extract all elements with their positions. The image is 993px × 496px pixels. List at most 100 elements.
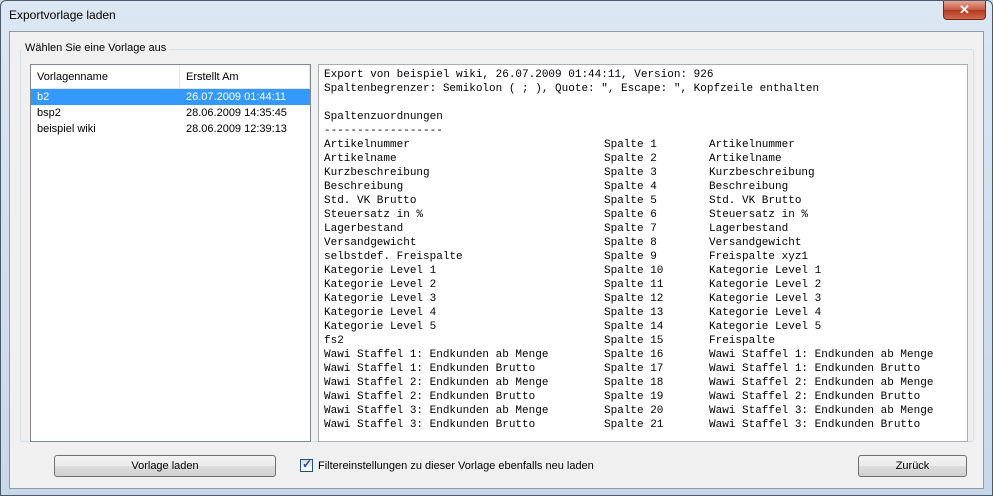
mapping-column-index: Spalte 14 <box>604 321 664 333</box>
list-item-created: 28.06.2009 14:35:45 <box>186 107 287 119</box>
mapping-target-field: Kategorie Level 5 <box>709 321 822 333</box>
mapping-row: fs2 Spalte 15 Freispalte <box>324 334 962 348</box>
mapping-column-index: Spalte 13 <box>604 307 664 319</box>
close-icon: ✕ <box>959 2 970 17</box>
title-bar[interactable]: Exportvorlage laden ✕ <box>1 1 992 31</box>
back-button[interactable]: Zurück <box>858 455 967 477</box>
mapping-target-field: Wawi Staffel 3: Endkunden ab Menge <box>709 405 934 417</box>
mapping-target-field: Wawi Staffel 2: Endkunden Brutto <box>709 391 921 403</box>
mapping-target-field: Kategorie Level 4 <box>709 307 822 319</box>
mapping-target-field: Kategorie Level 3 <box>709 293 822 305</box>
details-header-line-2: Spaltenbegrenzer: Semikolon ( ; ), Quote… <box>324 83 820 95</box>
mapping-row: Std. VK Brutto Spalte 5 Std. VK Brutto <box>324 194 962 208</box>
mapping-row: Kategorie Level 5 Spalte 14 Kategorie Leve… <box>324 320 962 334</box>
mapping-row: Wawi Staffel 3: Endkunden ab Menge Spalte… <box>324 404 962 418</box>
mapping-row: Wawi Staffel 3: Endkunden Brutto Spalte 2… <box>324 418 962 432</box>
window-title: Exportvorlage laden <box>9 8 116 22</box>
mapping-target-field: Beschreibung <box>709 181 789 193</box>
reload-filter-checkbox[interactable]: ✓ <box>300 457 313 472</box>
mapping-column-index: Spalte 3 <box>604 167 657 179</box>
list-item-name: b2 <box>37 91 50 103</box>
mapping-row: Kategorie Level 4 Spalte 13 Kategorie Leve… <box>324 306 962 320</box>
mapping-source-field: Kategorie Level 3 <box>324 293 437 305</box>
mapping-column-index: Spalte 1 <box>604 139 657 151</box>
dialog-window: Exportvorlage laden ✕ Wählen Sie eine Vo… <box>0 0 993 496</box>
mapping-column-index: Spalte 10 <box>604 265 664 277</box>
mapping-target-field: Freispalte <box>709 335 776 347</box>
mapping-target-field: Kurzbeschreibung <box>709 167 815 179</box>
mapping-source-field: fs2 <box>324 335 344 347</box>
mapping-column-index: Spalte 18 <box>604 377 664 389</box>
mapping-row: Kategorie Level 1 Spalte 10 Kategorie Leve… <box>324 264 962 278</box>
load-template-button[interactable]: Vorlage laden <box>54 455 276 477</box>
reload-filter-label[interactable]: Filtereinstellungen zu dieser Vorlage eb… <box>318 460 594 472</box>
list-item-name: bsp2 <box>37 107 61 119</box>
list-item[interactable]: bsp2 28.06.2009 14:35:45 <box>31 105 310 121</box>
mapping-row: selbstdef. Freispalte Spalte 9 Freispalte … <box>324 250 962 264</box>
mapping-source-field: Artikelnummer <box>324 139 410 151</box>
details-blank-line <box>324 96 962 110</box>
mapping-source-field: Wawi Staffel 1: Endkunden ab Menge <box>324 349 549 361</box>
reload-filter-option[interactable]: ✓ Filtereinstellungen zu dieser Vorlage … <box>300 457 594 472</box>
mapping-column-index: Spalte 16 <box>604 349 664 361</box>
mapping-source-field: Steuersatz in % <box>324 209 424 221</box>
mapping-row: Versandgewicht Spalte 8 Versandgewicht <box>324 236 962 250</box>
list-header: Vorlagenname Erstellt Am <box>31 65 310 89</box>
mapping-target-field: Lagerbestand <box>709 223 789 235</box>
column-mapping-table: Artikelnummer Spalte 1 Artikelnummer Artike… <box>324 138 962 432</box>
list-item-created: 26.07.2009 01:44:11 <box>186 91 287 103</box>
mapping-row: Lagerbestand Spalte 7 Lagerbestand <box>324 222 962 236</box>
mapping-row: Beschreibung Spalte 4 Beschreibung <box>324 180 962 194</box>
close-button[interactable]: ✕ <box>943 1 986 20</box>
mapping-source-field: Kategorie Level 5 <box>324 321 437 333</box>
mapping-target-field: Wawi Staffel 1: Endkunden Brutto <box>709 363 921 375</box>
list-item[interactable]: beispiel wiki 28.06.2009 12:39:13 <box>31 121 310 137</box>
mapping-source-field: Kurzbeschreibung <box>324 167 430 179</box>
template-list[interactable]: Vorlagenname Erstellt Am b2 26.07.2009 01… <box>30 64 311 442</box>
mapping-column-index: Spalte 15 <box>604 335 664 347</box>
mapping-source-field: selbstdef. Freispalte <box>324 251 463 263</box>
mapping-target-field: Kategorie Level 1 <box>709 265 822 277</box>
mapping-row: Wawi Staffel 2: Endkunden ab Menge Spalte… <box>324 376 962 390</box>
mapping-column-index: Spalte 21 <box>604 419 664 431</box>
list-item[interactable]: b2 26.07.2009 01:44:11 <box>31 89 310 105</box>
mapping-source-field: Wawi Staffel 2: Endkunden Brutto <box>324 391 536 403</box>
column-header-name[interactable]: Vorlagenname <box>31 65 180 89</box>
mapping-row: Steuersatz in % Spalte 6 Steuersatz in % <box>324 208 962 222</box>
mapping-row: Kurzbeschreibung Spalte 3 Kurzbeschreibung <box>324 166 962 180</box>
mapping-target-field: Wawi Staffel 2: Endkunden ab Menge <box>709 377 934 389</box>
mapping-column-index: Spalte 19 <box>604 391 664 403</box>
groupbox-legend: Wählen Sie eine Vorlage aus <box>22 42 170 54</box>
list-item-created: 28.06.2009 12:39:13 <box>186 123 287 135</box>
mapping-source-field: Artikelname <box>324 153 397 165</box>
mapping-column-index: Spalte 17 <box>604 363 664 375</box>
mapping-source-field: Wawi Staffel 3: Endkunden Brutto <box>324 419 536 431</box>
mapping-row: Artikelname Spalte 2 Artikelname <box>324 152 962 166</box>
mapping-column-index: Spalte 2 <box>604 153 657 165</box>
column-header-created[interactable]: Erstellt Am <box>180 65 310 89</box>
section-title: Spaltenzuordnungen <box>324 111 443 123</box>
template-details-textbox[interactable]: Export von beispiel wiki, 26.07.2009 01:… <box>318 64 968 442</box>
checkmark-icon: ✓ <box>302 457 313 471</box>
mapping-target-field: Kategorie Level 2 <box>709 279 822 291</box>
dialog-client-area: Wählen Sie eine Vorlage aus Vorlagenname… <box>9 31 984 489</box>
mapping-target-field: Artikelnummer <box>709 139 795 151</box>
mapping-source-field: Lagerbestand <box>324 223 404 235</box>
mapping-source-field: Wawi Staffel 2: Endkunden ab Menge <box>324 377 549 389</box>
mapping-column-index: Spalte 7 <box>604 223 657 235</box>
mapping-row: Wawi Staffel 2: Endkunden Brutto Spalte 1… <box>324 390 962 404</box>
section-rule: ------------------ <box>324 125 443 137</box>
mapping-column-index: Spalte 9 <box>604 251 657 263</box>
mapping-source-field: Kategorie Level 1 <box>324 265 437 277</box>
mapping-row: Kategorie Level 3 Spalte 12 Kategorie Leve… <box>324 292 962 306</box>
mapping-row: Artikelnummer Spalte 1 Artikelnummer <box>324 138 962 152</box>
mapping-column-index: Spalte 12 <box>604 293 664 305</box>
mapping-target-field: Versandgewicht <box>709 237 802 249</box>
mapping-source-field: Wawi Staffel 1: Endkunden Brutto <box>324 363 536 375</box>
details-header-line-1: Export von beispiel wiki, 26.07.2009 01:… <box>324 69 714 81</box>
mapping-target-field: Std. VK Brutto <box>709 195 802 207</box>
mapping-column-index: Spalte 5 <box>604 195 657 207</box>
mapping-row: Wawi Staffel 1: Endkunden Brutto Spalte 1… <box>324 362 962 376</box>
mapping-row: Kategorie Level 2 Spalte 11 Kategorie Leve… <box>324 278 962 292</box>
mapping-target-field: Wawi Staffel 1: Endkunden ab Menge <box>709 349 934 361</box>
